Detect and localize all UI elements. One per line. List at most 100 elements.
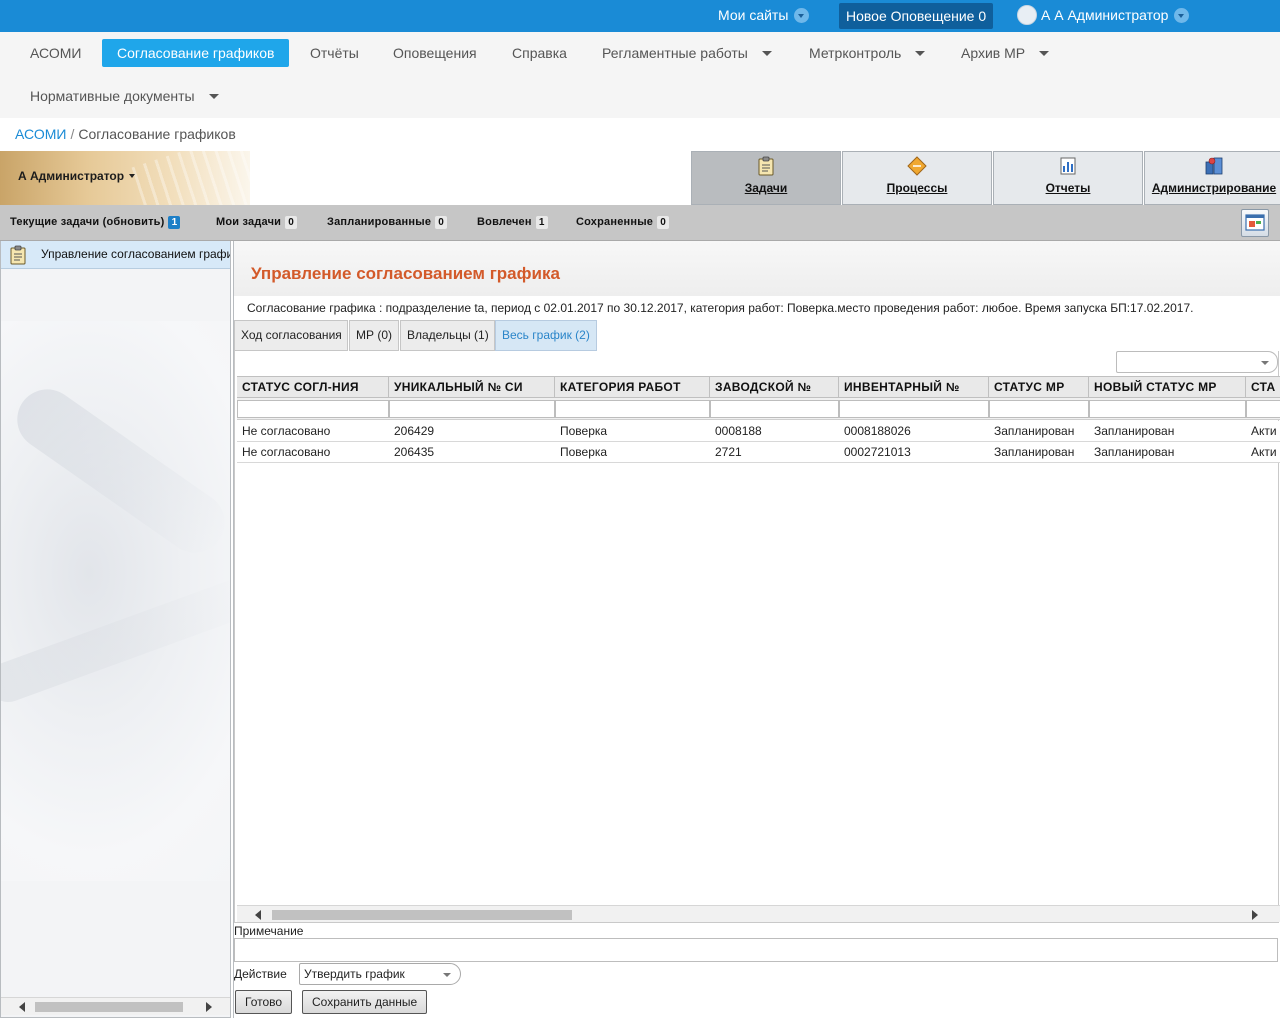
- clipboard-icon: [758, 156, 774, 176]
- scrollbar-thumb[interactable]: [272, 910, 572, 920]
- tab-label: Задачи: [744, 181, 788, 195]
- avatar: [1017, 5, 1037, 26]
- column-header[interactable]: УНИКАЛЬНЫЙ № СИ: [389, 377, 555, 397]
- save-data-button[interactable]: Сохранить данные: [302, 990, 428, 1014]
- nav-label: Нормативные документы: [30, 88, 195, 104]
- scroll-left-icon[interactable]: [255, 910, 261, 920]
- tab-administration[interactable]: Администрирование: [1144, 151, 1280, 205]
- user-dropdown[interactable]: А Администратор: [18, 169, 136, 183]
- done-button[interactable]: Готово: [235, 990, 293, 1014]
- banner-decoration: [131, 151, 250, 205]
- nav-item-metrcontrol[interactable]: Метрконтроль: [794, 39, 940, 67]
- scroll-left-icon[interactable]: [19, 1002, 25, 1012]
- column-filter-input[interactable]: [555, 400, 710, 418]
- breadcrumb-root-link[interactable]: АСОМИ: [15, 126, 66, 142]
- table-header: СТАТУС СОГЛ-НИЯ УНИКАЛЬНЫЙ № СИ КАТЕГОРИ…: [237, 376, 1280, 398]
- table-cell: 2721: [715, 445, 742, 459]
- table-row[interactable]: Не согласовано 206429 Поверка 0008188 00…: [237, 421, 1280, 442]
- column-header[interactable]: ИНВЕНТАРНЫЙ №: [839, 377, 989, 397]
- tab-full-schedule[interactable]: Весь график (2): [495, 320, 597, 351]
- column-filter-input[interactable]: [1246, 400, 1280, 418]
- saved-tasks-link[interactable]: Сохраненные 0: [576, 216, 670, 229]
- column-filter-input[interactable]: [710, 400, 839, 418]
- my-tasks-label: Мои задачи: [216, 216, 282, 228]
- column-header[interactable]: КАТЕГОРИЯ РАБОТ: [555, 377, 710, 397]
- scroll-right-icon[interactable]: [1252, 910, 1258, 920]
- scrollbar-thumb[interactable]: [35, 1002, 183, 1012]
- involved-tasks-link[interactable]: Вовлечен 1: [477, 216, 548, 229]
- scroll-right-icon[interactable]: [206, 1002, 212, 1012]
- nav-item-maintenance[interactable]: Регламентные работы: [587, 39, 787, 67]
- table-cell: 0002721013: [844, 445, 911, 459]
- chevron-down-icon: [915, 50, 926, 56]
- table-cell: 0008188026: [844, 424, 911, 438]
- tab-mr[interactable]: МР (0): [349, 320, 399, 351]
- column-header[interactable]: ЗАВОДСКОЙ №: [710, 377, 839, 397]
- user-menu[interactable]: А А Администратор: [1017, 0, 1190, 32]
- main-nav: АСОМИ Согласование графиков Отчёты Опове…: [0, 32, 1280, 118]
- column-header[interactable]: НОВЫЙ СТАТУС МР: [1089, 377, 1246, 397]
- table-cell: Запланирован: [1094, 424, 1175, 438]
- tab-processes[interactable]: Процессы: [842, 151, 992, 205]
- column-header[interactable]: СТАТУС СОГЛ-НИЯ: [237, 377, 389, 397]
- chevron-down-icon: [443, 973, 451, 977]
- process-description: Согласование графика : подразделение ta,…: [247, 301, 1194, 315]
- nav-item-help[interactable]: Справка: [497, 39, 582, 67]
- nav-item-archive[interactable]: Архив МР: [946, 39, 1064, 67]
- table-row[interactable]: Не согласовано 206435 Поверка 2721 00027…: [237, 442, 1280, 463]
- tab-label: Процессы: [886, 181, 948, 195]
- tab-label: Весь график (2): [502, 328, 590, 342]
- task-filter-bar: Текущие задачи (обновить) 1 Мои задачи 0 З…: [0, 205, 1280, 241]
- left-horizontal-scrollbar[interactable]: [1, 997, 230, 1015]
- left-tree-item-selected[interactable]: Управление согласованием графика: [1, 241, 231, 269]
- table-cell: Запланирован: [1094, 445, 1175, 459]
- my-tasks-link[interactable]: Мои задачи 0: [216, 216, 298, 229]
- count-badge: 0: [285, 216, 298, 229]
- background-artwork: [1, 321, 230, 881]
- nav-label: Архив МР: [961, 45, 1026, 61]
- nav-item-graph-approval[interactable]: Согласование графиков: [102, 39, 290, 67]
- tab-label: Отчеты: [1045, 181, 1091, 195]
- grid-view-select[interactable]: [1116, 351, 1278, 373]
- table-cell: Поверка: [560, 424, 608, 438]
- nav-label: Оповещения: [393, 45, 477, 61]
- tab-reports[interactable]: Отчеты: [993, 151, 1143, 205]
- user-name: А Администратор: [18, 169, 125, 183]
- note-input[interactable]: [234, 938, 1278, 962]
- current-tasks-link[interactable]: Текущие задачи (обновить) 1: [10, 216, 181, 229]
- column-filter-input[interactable]: [839, 400, 989, 418]
- column-filter-input[interactable]: [389, 400, 555, 418]
- view-toggle-button[interactable]: [1241, 209, 1269, 237]
- bar-chart-icon: [1060, 157, 1076, 175]
- table-cell: 206429: [394, 424, 435, 438]
- notification-button[interactable]: Новое Оповещение 0: [839, 3, 994, 29]
- tree-item-label: Управление согласованием графика: [41, 247, 231, 261]
- breadcrumb: АСОМИ / Согласование графиков: [15, 126, 236, 142]
- chevron-down-icon: [1261, 361, 1269, 365]
- panel-header: Управление согласованием графика: [234, 241, 1280, 296]
- column-header[interactable]: СТА: [1246, 377, 1280, 397]
- action-label: Действие: [234, 967, 287, 981]
- chevron-down-icon: [794, 7, 810, 23]
- count-badge: 1: [168, 216, 181, 229]
- planned-tasks-link[interactable]: Запланированные 0: [327, 216, 448, 229]
- nav-item-notifications[interactable]: Оповещения: [378, 39, 492, 67]
- tab-label: Ход согласования: [241, 328, 342, 342]
- saved-tasks-label: Сохраненные: [576, 216, 654, 228]
- grid-horizontal-scrollbar[interactable]: [237, 905, 1280, 922]
- column-filter-input[interactable]: [989, 400, 1089, 418]
- involved-tasks-label: Вовлечен: [477, 216, 532, 228]
- my-sites-menu[interactable]: Мои сайты: [718, 0, 810, 32]
- tab-owners[interactable]: Владельцы (1): [400, 320, 495, 351]
- column-filter-input[interactable]: [237, 400, 389, 418]
- tab-tasks[interactable]: Задачи: [691, 151, 841, 205]
- notification-label: Новое Оповещение 0: [846, 8, 987, 24]
- table-cell: Акти: [1251, 445, 1277, 459]
- nav-item-reports[interactable]: Отчёты: [295, 39, 374, 67]
- nav-item-asomi[interactable]: АСОМИ: [15, 39, 96, 67]
- action-select[interactable]: Утвердить график: [299, 963, 461, 985]
- column-filter-input[interactable]: [1089, 400, 1246, 418]
- tab-approval-progress[interactable]: Ход согласования: [234, 320, 348, 351]
- nav-item-normative-docs[interactable]: Нормативные документы: [15, 82, 234, 110]
- column-header[interactable]: СТАТУС МР: [989, 377, 1089, 397]
